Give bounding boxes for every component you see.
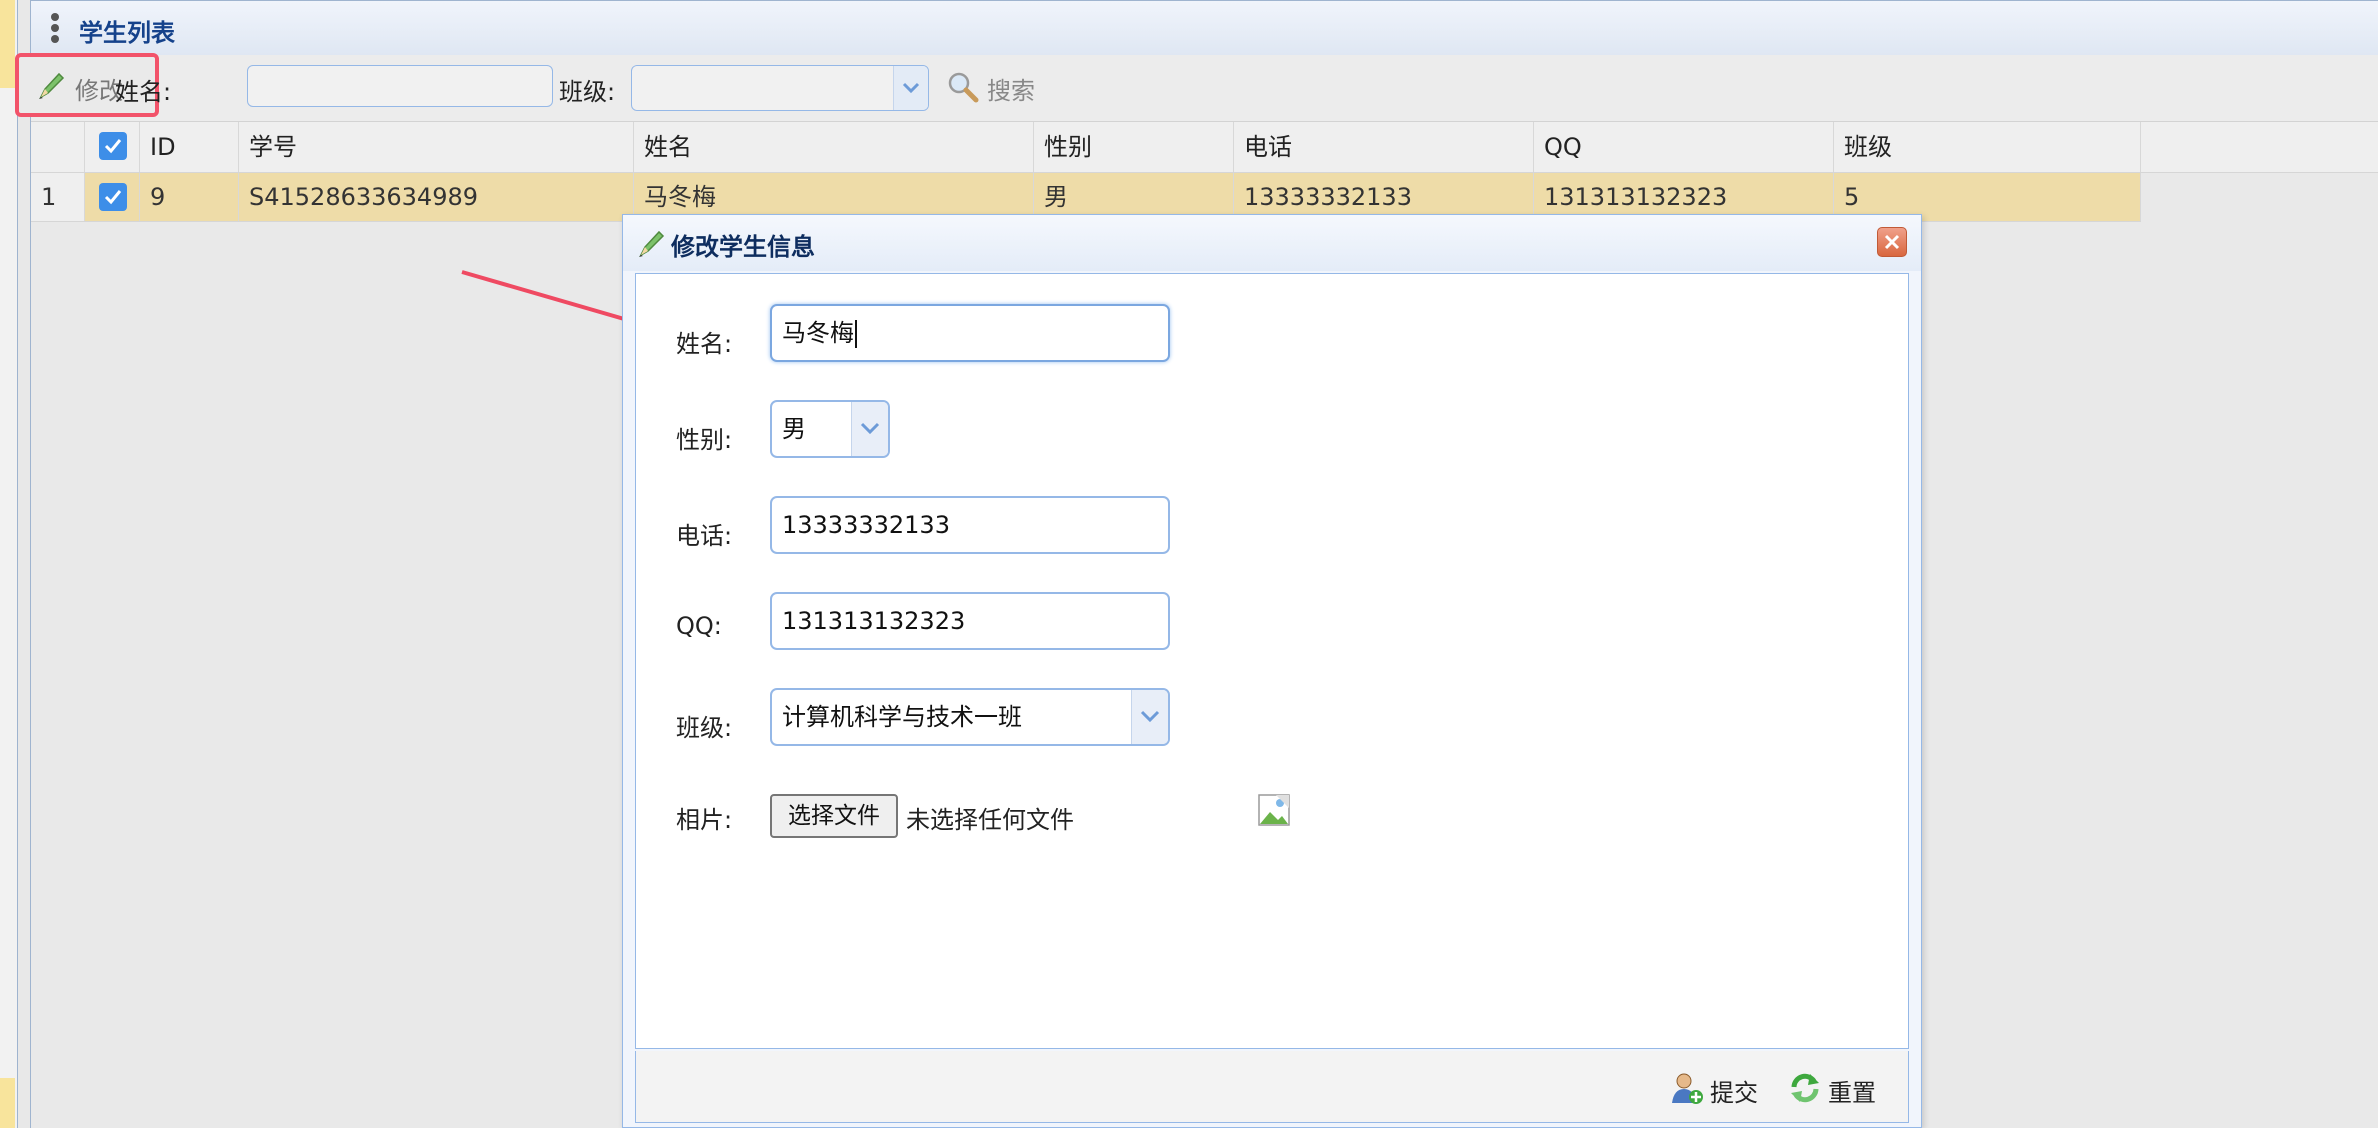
- phone-field-value: 13333332133: [782, 511, 950, 539]
- phone-field[interactable]: 13333332133: [770, 496, 1170, 554]
- class-label: 班级:: [676, 714, 733, 742]
- qq-field-value: 131313132323: [782, 607, 966, 635]
- submit-button-label: 提交: [1710, 1079, 1758, 1107]
- column-header-sex[interactable]: 性别: [1034, 122, 1234, 172]
- submit-user-icon: [1672, 1073, 1703, 1104]
- close-icon[interactable]: [1877, 227, 1907, 257]
- name-field-value: 马冬梅: [782, 319, 854, 347]
- broken-image-icon: [1258, 794, 1290, 826]
- pencil-icon: [639, 230, 665, 257]
- photo-label: 相片:: [676, 806, 733, 834]
- dialog-body: 姓名: 马冬梅 性别: 男 电话: 13333332133 QQ: 131313…: [635, 273, 1909, 1049]
- choose-file-button[interactable]: 选择文件: [770, 794, 898, 838]
- file-status: 未选择任何文件: [906, 806, 1074, 834]
- column-header-qq[interactable]: QQ: [1534, 122, 1834, 172]
- dialog-footer: 提交 重置: [635, 1051, 1909, 1123]
- dialog-title: 修改学生信息: [671, 233, 815, 261]
- name-label: 姓名:: [676, 330, 733, 358]
- column-header-phone[interactable]: 电话: [1234, 122, 1534, 172]
- left-strip-highlight-bottom: [0, 1078, 15, 1128]
- chevron-down-icon[interactable]: [893, 66, 928, 110]
- chevron-down-icon[interactable]: [851, 402, 888, 456]
- search-icon: [948, 72, 979, 103]
- phone-label: 电话:: [676, 522, 733, 550]
- reset-button-label: 重置: [1828, 1079, 1876, 1107]
- chevron-down-icon[interactable]: [1131, 690, 1168, 744]
- search-button-label: 搜索: [987, 77, 1035, 105]
- sex-select[interactable]: 男: [770, 400, 890, 458]
- sex-label: 性别:: [676, 426, 733, 454]
- class-select[interactable]: 计算机科学与技术一班: [770, 688, 1170, 746]
- column-header-class[interactable]: 班级: [1834, 122, 2141, 172]
- qq-label: QQ:: [676, 612, 722, 640]
- text-caret: [855, 320, 857, 348]
- annotation-arrow: [461, 270, 694, 344]
- sex-select-value: 男: [782, 415, 806, 443]
- edit-student-dialog: 修改学生信息 姓名: 马冬梅 性别: 男 电话: 13333332133 QQ:…: [622, 214, 1922, 1128]
- dialog-header: 修改学生信息: [623, 215, 1921, 271]
- qq-field[interactable]: 131313132323: [770, 592, 1170, 650]
- name-field[interactable]: 马冬梅: [770, 304, 1170, 362]
- reset-refresh-icon: [1791, 1073, 1819, 1103]
- class-select-value: 计算机科学与技术一班: [782, 703, 1022, 731]
